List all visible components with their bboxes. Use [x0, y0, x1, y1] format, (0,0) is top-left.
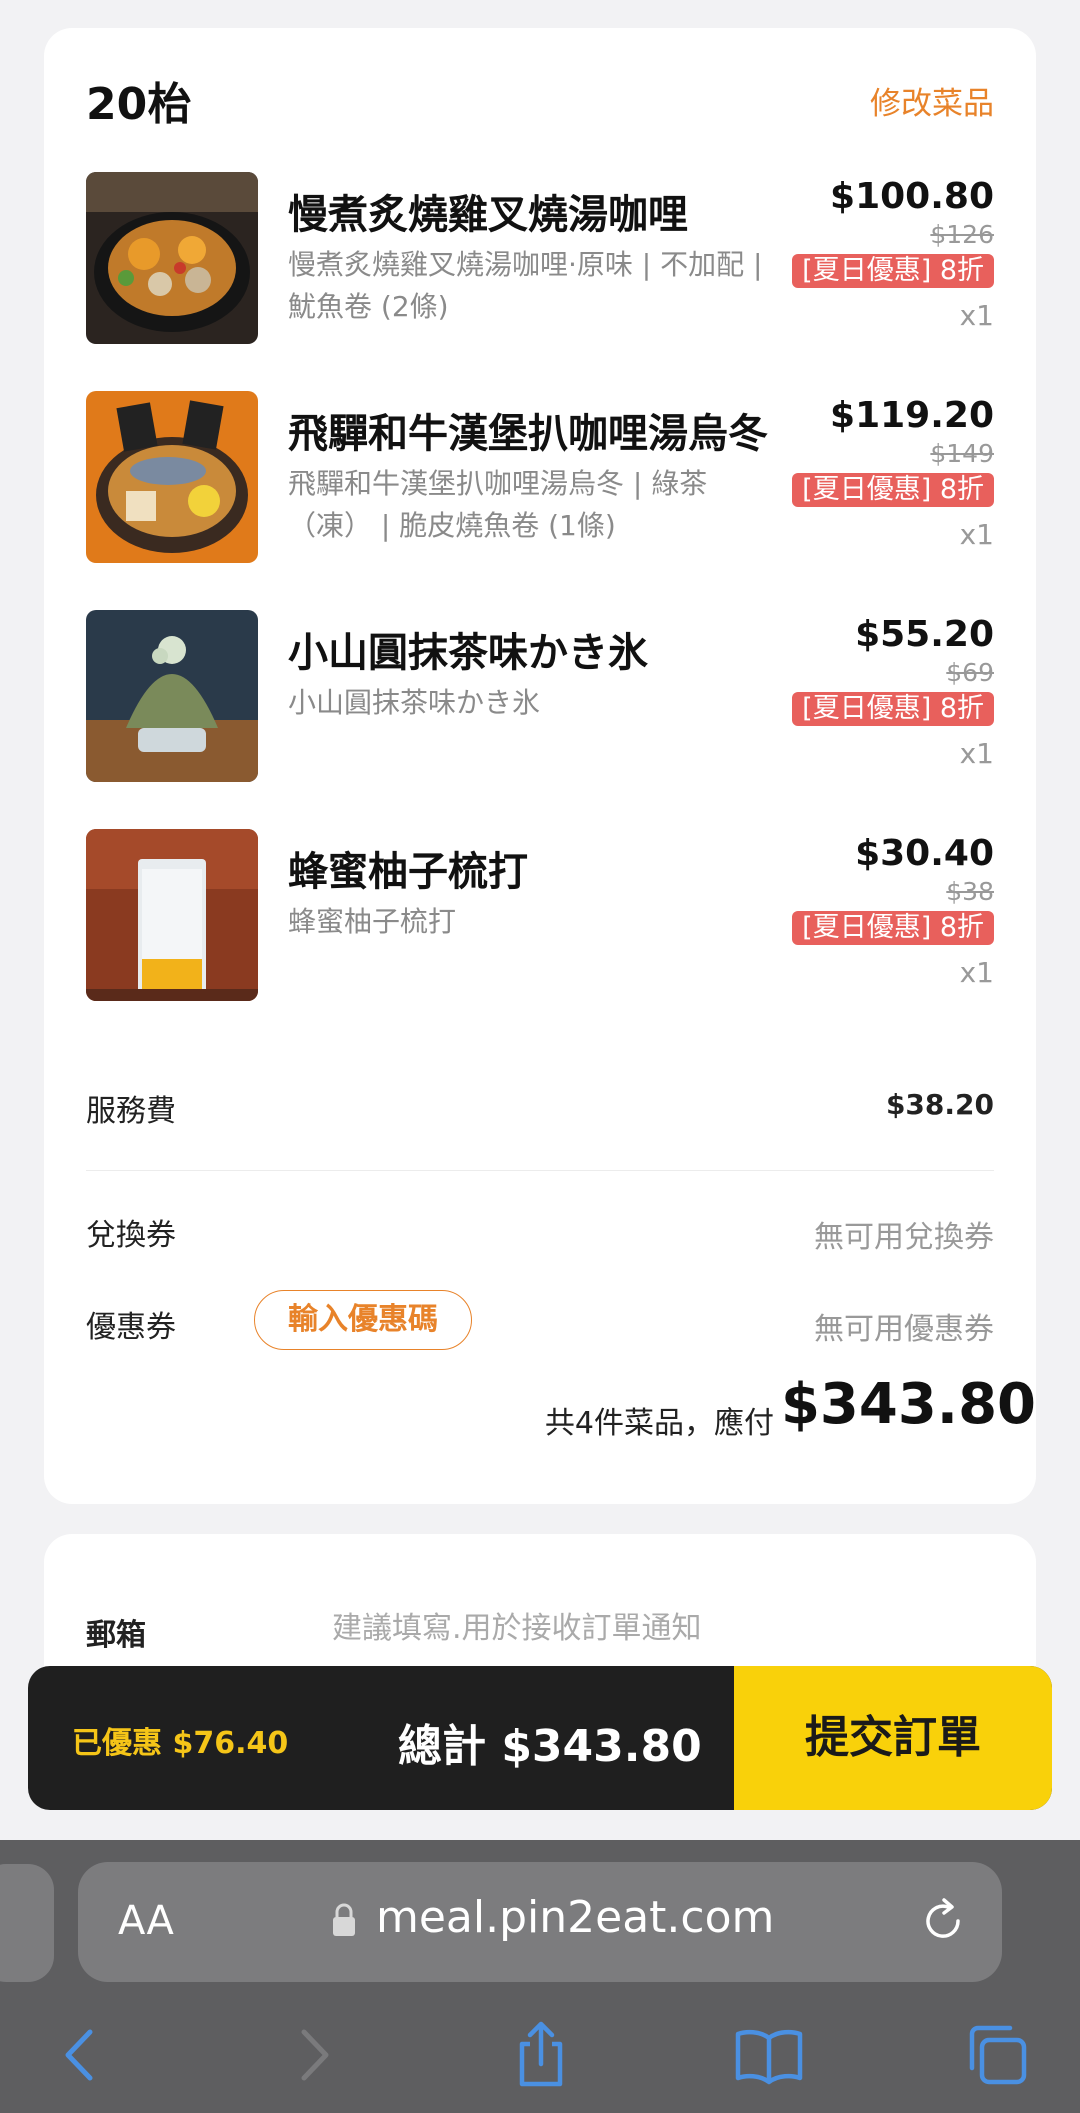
summary-total: $343.80: [780, 1372, 1036, 1437]
submit-order-button[interactable]: 提交訂單: [734, 1666, 1052, 1810]
item-name: 小山圓抹茶味かき氷: [288, 630, 648, 676]
voucher-row[interactable]: 兌換券 無可用兌換券: [86, 1204, 994, 1255]
enter-coupon-code-button[interactable]: 輸入優惠碼: [254, 1290, 472, 1350]
item-quantity: x1: [959, 518, 994, 551]
item-price-block: $30.40 $38 [夏日優惠] 8折 x1: [774, 829, 994, 993]
back-icon[interactable]: [46, 2020, 116, 2090]
grand-total: 總計 $343.80: [398, 1721, 702, 1772]
item-quantity: x1: [959, 956, 994, 989]
promo-badge: [夏日優惠] 8折: [792, 254, 994, 288]
lock-icon: [333, 1903, 355, 1936]
item-price: $55.20: [855, 614, 994, 655]
item-quantity: x1: [959, 737, 994, 770]
item-name: 蜂蜜柚子梳打: [288, 849, 528, 895]
item-price-block: $55.20 $69 [夏日優惠] 8折 x1: [774, 610, 994, 774]
order-item: 蜂蜜柚子梳打 蜂蜜柚子梳打 $30.40 $38 [夏日優惠] 8折 x1: [86, 829, 994, 1004]
item-name: 飛驒和牛漢堡扒咖哩湯烏冬: [288, 411, 768, 457]
bookmarks-icon[interactable]: [734, 2020, 804, 2090]
item-description: 小山圓抹茶味かき氷: [288, 686, 541, 719]
item-description: 蜂蜜柚子梳打: [288, 905, 457, 938]
text-size-button[interactable]: AA: [118, 1898, 174, 1944]
forward-icon[interactable]: [278, 2020, 348, 2090]
order-card: 20枱 修改菜品 慢煮炙燒雞叉燒湯咖哩 慢煮炙燒雞叉燒湯咖哩·原味 | 不加配 …: [44, 28, 1036, 1504]
item-description: 飛驒和牛漢堡扒咖哩湯烏冬 | 綠茶（凍） | 脆皮燒魚卷 (1條): [288, 467, 708, 542]
browser-toolbar: [0, 2010, 1080, 2110]
item-price: $30.40: [855, 833, 994, 874]
edit-items-link[interactable]: 修改菜品: [870, 78, 994, 123]
email-field[interactable]: [332, 1604, 892, 1652]
order-item: 慢煮炙燒雞叉燒湯咖哩 慢煮炙燒雞叉燒湯咖哩·原味 | 不加配 | 魷魚卷 (2條…: [86, 172, 994, 347]
order-header: 20枱 修改菜品: [86, 68, 994, 130]
checkout-bar: 已優惠 $76.40 總計 $343.80 提交訂單: [28, 1666, 1052, 1810]
discount-saved: 已優惠 $76.40: [72, 1726, 289, 1761]
divider: [86, 1170, 994, 1171]
item-original-price: $69: [946, 658, 994, 687]
udon-thumbnail: [86, 391, 258, 563]
service-fee-label: 服務費: [86, 1094, 176, 1129]
share-icon[interactable]: [506, 2020, 576, 2090]
reload-icon[interactable]: [918, 1896, 968, 1946]
promo-badge: [夏日優惠] 8折: [792, 473, 994, 507]
item-description: 慢煮炙燒雞叉燒湯咖哩·原味 | 不加配 | 魷魚卷 (2條): [288, 248, 763, 323]
item-original-price: $149: [930, 439, 994, 468]
item-price: $100.80: [830, 176, 994, 217]
service-fee-row: 服務費 $38.20: [86, 1080, 994, 1130]
table-number: 20枱: [86, 79, 192, 130]
tabs-icon[interactable]: [962, 2020, 1032, 2090]
voucher-label: 兌換券: [86, 1218, 176, 1253]
email-label: 郵箱: [86, 1618, 146, 1653]
coupon-row: 優惠券 輸入優惠碼 無可用優惠券: [86, 1290, 994, 1350]
item-original-price: $126: [930, 220, 994, 249]
promo-badge: [夏日優惠] 8折: [792, 692, 994, 726]
service-fee-value: $38.20: [885, 1088, 994, 1121]
curry-rice-thumbnail: [86, 172, 258, 344]
item-original-price: $38: [946, 877, 994, 906]
soda-thumbnail: [86, 829, 258, 1001]
item-quantity: x1: [959, 299, 994, 332]
summary-count: 共4件菜品，應付: [544, 1406, 774, 1441]
url-text: meal.pin2eat.com: [376, 1892, 775, 1943]
shaved-ice-thumbnail: [86, 610, 258, 782]
item-price: $119.20: [830, 395, 994, 436]
order-item: 飛驒和牛漢堡扒咖哩湯烏冬 飛驒和牛漢堡扒咖哩湯烏冬 | 綠茶（凍） | 脆皮燒魚…: [86, 391, 994, 566]
address-bar[interactable]: AA meal.pin2eat.com: [78, 1862, 1002, 1982]
voucher-value: 無可用兌換券: [814, 1220, 994, 1255]
item-price-block: $100.80 $126 [夏日優惠] 8折 x1: [774, 172, 994, 336]
promo-badge: [夏日優惠] 8折: [792, 911, 994, 945]
coupon-label: 優惠券: [86, 1310, 176, 1345]
previous-tab-preview[interactable]: [0, 1864, 54, 1982]
page: 20枱 修改菜品 慢煮炙燒雞叉燒湯咖哩 慢煮炙燒雞叉燒湯咖哩·原味 | 不加配 …: [0, 0, 1080, 2113]
item-name: 慢煮炙燒雞叉燒湯咖哩: [288, 192, 688, 238]
order-item: 小山圓抹茶味かき氷 小山圓抹茶味かき氷 $55.20 $69 [夏日優惠] 8折…: [86, 610, 994, 785]
item-price-block: $119.20 $149 [夏日優惠] 8折 x1: [774, 391, 994, 555]
browser-chrome: AA meal.pin2eat.com: [0, 1840, 1080, 2113]
coupon-value[interactable]: 無可用優惠券: [814, 1304, 994, 1348]
